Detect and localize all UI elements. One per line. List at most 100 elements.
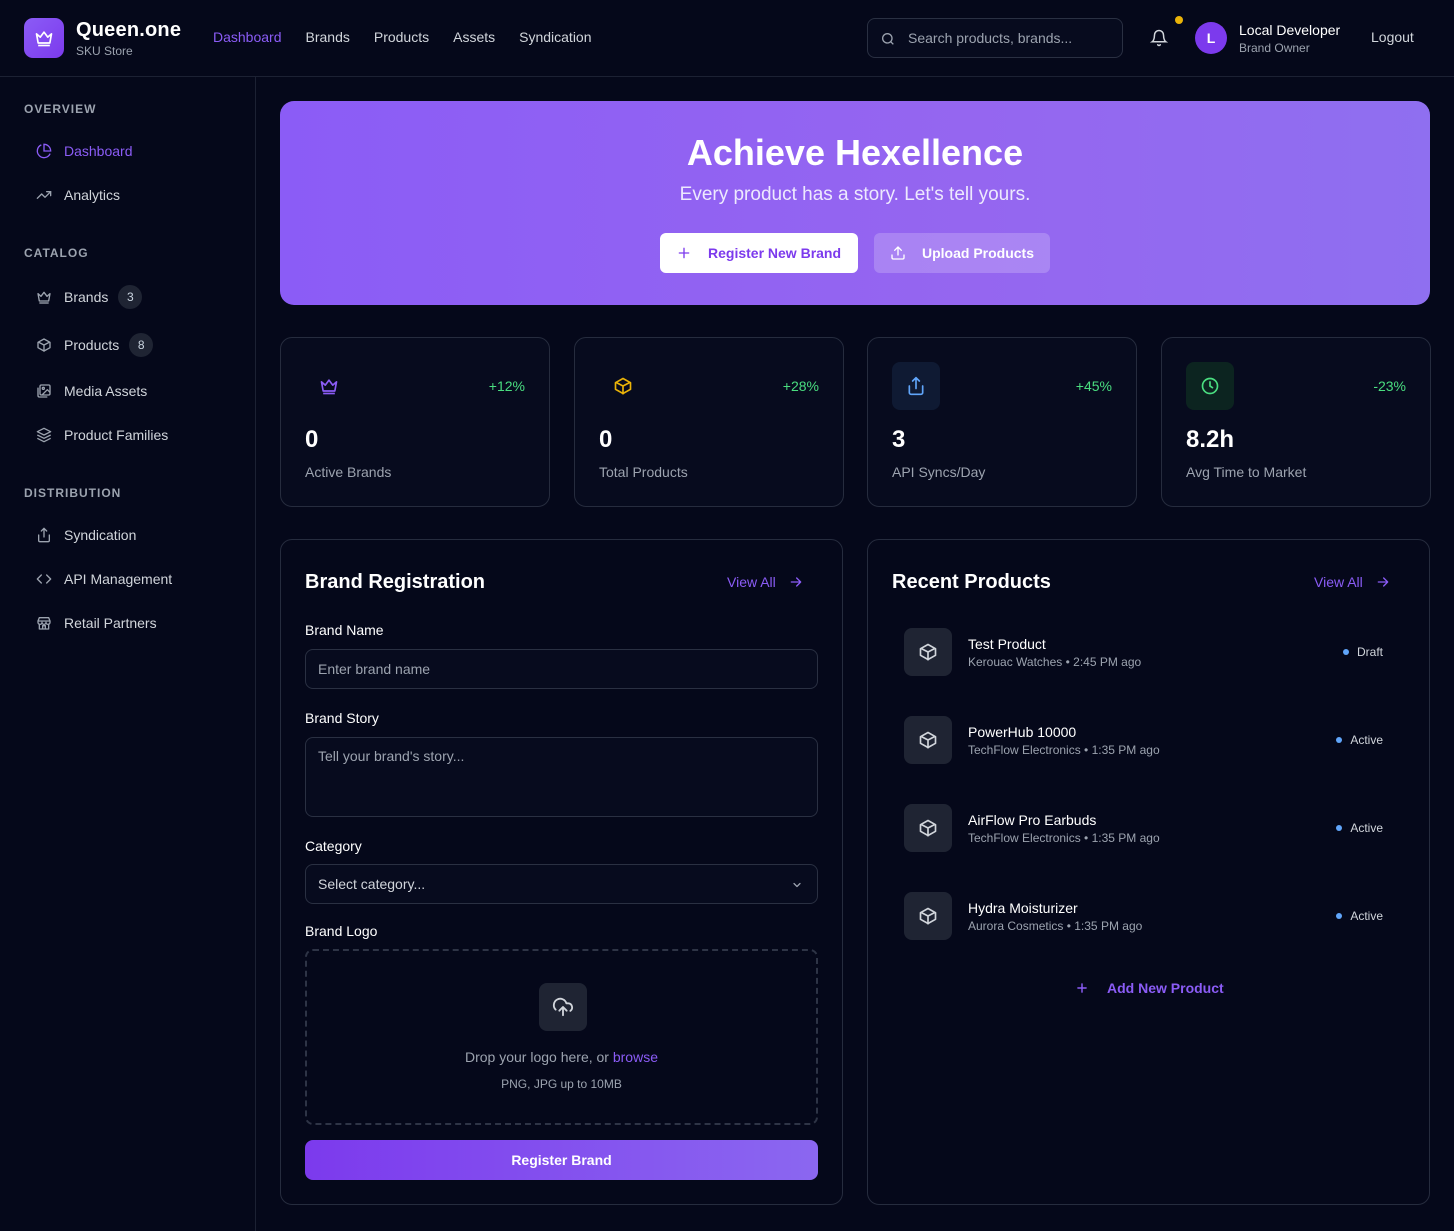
panel-title: Recent Products [892,571,1051,593]
nav-assets[interactable]: Assets [453,29,495,45]
sidebar-item-label: Retail Partners [64,615,157,631]
nav-dashboard[interactable]: Dashboard [213,29,282,45]
count-badge: 3 [118,285,143,309]
panel-title: Brand Registration [305,571,486,593]
stat-value: 8.2h [1186,426,1235,453]
crown-icon [24,289,64,305]
box-icon [904,716,952,764]
count-badge: 8 [129,333,154,357]
view-all-label: View All [727,574,776,590]
sidebar-item-api-management[interactable]: API Management [24,561,232,597]
brand-logo-label: Brand Logo [305,923,378,939]
category-select[interactable]: Select category... [305,864,818,904]
stat-delta: +12% [488,378,525,394]
sidebar-item-analytics[interactable]: Analytics [24,177,232,213]
status-dot [1336,737,1343,743]
plus-icon [678,247,690,259]
stat-delta: +45% [1075,378,1112,394]
stat-value: 3 [892,426,906,453]
category-label: Category [305,838,362,854]
product-row[interactable]: Test Product Kerouac Watches • 2:45 PM a… [892,616,1407,688]
upload-icon [891,246,905,260]
product-row[interactable]: AirFlow Pro Earbuds TechFlow Electronics… [892,792,1407,864]
bell-icon[interactable] [1150,29,1168,47]
sidebar-item-label: Products [64,337,120,353]
sidebar-item-label: Media Assets [64,383,148,399]
stat-card-total-products: +28% 0 Total Products [574,337,844,507]
sidebar-item-products[interactable]: Products 8 [24,327,232,363]
product-row[interactable]: PowerHub 10000 TechFlow Electronics • 1:… [892,704,1407,776]
register-brand-button[interactable]: Register Brand [305,1140,818,1180]
sidebar-item-dashboard[interactable]: Dashboard [24,133,232,169]
box-icon [24,337,64,353]
brand-name-field[interactable] [305,649,818,689]
register-new-brand-button[interactable]: Register New Brand [660,233,858,273]
view-all-label: View All [1314,574,1363,590]
chevron-down-icon [791,879,803,891]
button-label: Register New Brand [708,245,842,261]
hero-subtitle: Every product has a story. Let's tell yo… [679,184,1031,205]
product-name: PowerHub 10000 [968,724,1077,740]
top-nav: Dashboard Brands Products Assets Syndica… [213,29,592,45]
brand-story-field[interactable] [305,737,818,817]
status-badge: Active [1336,733,1383,747]
stat-card-time-to-market: -23% 8.2h Avg Time to Market [1161,337,1431,507]
add-new-product-button[interactable]: Add New Product [1075,980,1224,996]
upload-products-button[interactable]: Upload Products [874,233,1050,273]
avatar[interactable]: L [1195,22,1227,54]
browse-link[interactable]: browse [613,1049,658,1065]
logo-dropzone[interactable]: Drop your logo here, or browse PNG, JPG … [305,949,818,1125]
arrow-right-icon [1377,577,1389,587]
nav-syndication[interactable]: Syndication [519,29,591,45]
nav-products[interactable]: Products [374,29,429,45]
status-dot [1336,825,1343,831]
product-time: 1:35 PM ago [1074,919,1143,933]
sidebar-item-retail-partners[interactable]: Retail Partners [24,605,232,641]
status-label: Active [1350,733,1383,747]
brand-registration-panel: Brand Registration View All Brand Name B… [280,539,843,1205]
logo[interactable] [24,18,64,58]
plus-icon [1077,983,1087,993]
crown-icon [35,31,53,47]
logout-button[interactable]: Logout [1371,29,1414,45]
stat-label: Avg Time to Market [1186,464,1307,480]
status-label: Active [1350,821,1383,835]
view-all-brands-link[interactable]: View All [727,574,804,590]
product-time: 1:35 PM ago [1091,831,1160,845]
sidebar: OVERVIEW Dashboard Analytics CATALOG Bra… [0,77,256,1231]
store-icon [24,615,64,631]
code-icon [24,571,64,587]
view-all-products-link[interactable]: View All [1314,574,1391,590]
sidebar-item-brands[interactable]: Brands 3 [24,279,232,315]
section-title-distribution: DISTRIBUTION [24,486,122,500]
trending-up-icon [24,187,64,203]
sidebar-item-media-assets[interactable]: Media Assets [24,373,232,409]
status-dot [1342,649,1349,655]
arrow-right-icon [790,577,802,587]
dropzone-message: Drop your logo here, or [465,1049,609,1065]
box-icon [904,628,952,676]
category-value: Select category... [318,876,426,892]
stat-card-api-syncs: +45% 3 API Syncs/Day [867,337,1137,507]
sidebar-item-syndication[interactable]: Syndication [24,517,232,553]
nav-brands[interactable]: Brands [306,29,350,45]
layers-icon [24,427,64,443]
stat-value: 0 [599,426,613,453]
add-new-label: Add New Product [1107,980,1224,996]
sidebar-item-label: Brands [64,289,109,305]
app-subtitle: SKU Store [76,44,133,58]
sidebar-item-product-families[interactable]: Product Families [24,417,232,453]
product-brand: Kerouac Watches [968,655,1063,669]
hero-banner: Achieve Hexellence Every product has a s… [280,101,1430,305]
product-time: 1:35 PM ago [1091,743,1160,757]
share-icon [24,527,64,543]
search-input[interactable] [908,19,1118,57]
box-icon [599,362,647,410]
status-badge: Active [1336,821,1383,835]
product-name: Test Product [968,636,1046,652]
brand-story-label: Brand Story [305,710,379,726]
product-name: Hydra Moisturizer [968,900,1078,916]
product-row[interactable]: Hydra Moisturizer Aurora Cosmetics • 1:3… [892,880,1407,952]
sidebar-item-label: Dashboard [64,143,133,159]
user-name: Local Developer [1239,22,1341,38]
